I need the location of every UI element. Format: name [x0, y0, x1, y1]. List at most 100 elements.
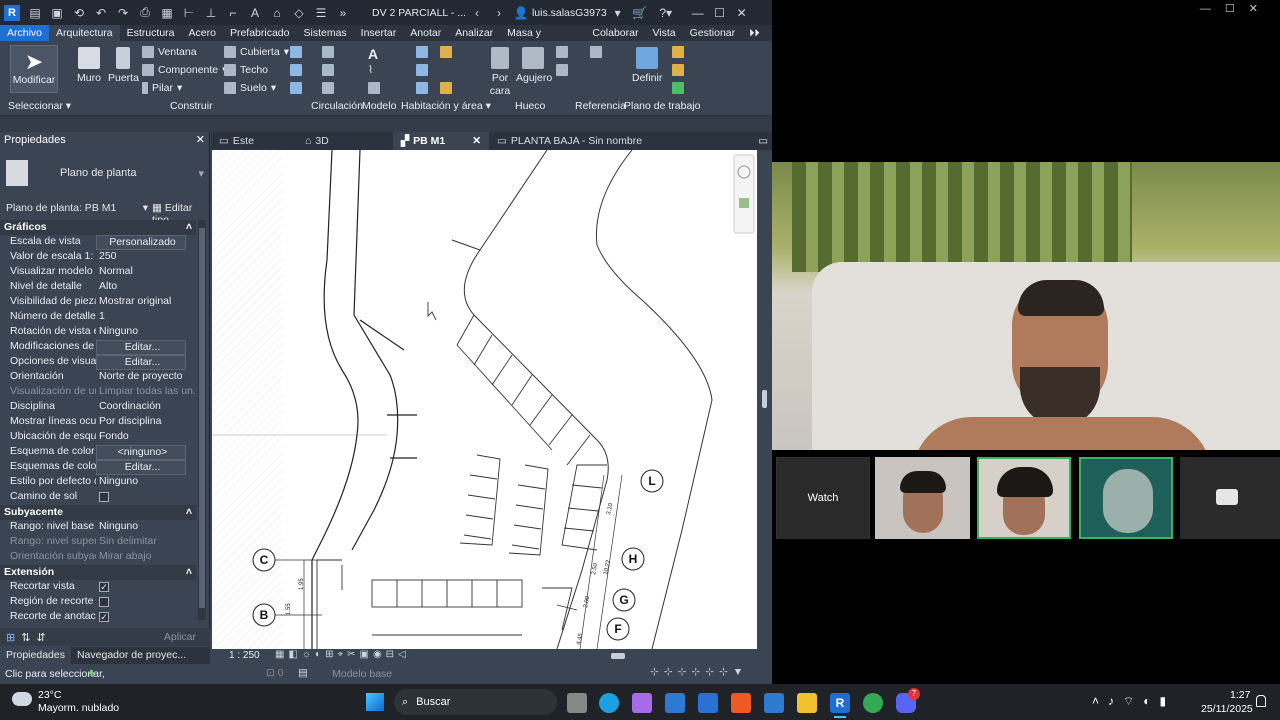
modify-button[interactable]: ➤ Modificar	[10, 45, 58, 93]
property-value[interactable]: Fondo	[96, 430, 196, 445]
property-checkbox[interactable]: ✓	[99, 582, 109, 592]
main-video-feed[interactable]	[772, 162, 1280, 450]
property-value[interactable]: Editar...	[96, 460, 186, 475]
instance-selector[interactable]: Plano de planta: PB M1 ▾	[6, 202, 148, 217]
property-row[interactable]: Opciones de visualiz...Editar...	[0, 355, 196, 370]
minimize-icon[interactable]: —	[1200, 3, 1225, 15]
property-value[interactable]: Alto	[96, 280, 196, 295]
viewer-button[interactable]	[672, 82, 684, 94]
view-tab-este[interactable]: ▭ Este	[211, 132, 297, 150]
group-select[interactable]: Seleccionar ▾	[8, 100, 71, 112]
railing-button[interactable]	[290, 82, 302, 94]
view-tab-3d[interactable]: ⌂ 3D	[297, 132, 393, 150]
model-text-button[interactable]: A	[368, 46, 378, 62]
section-extents[interactable]: Extensión ˄	[0, 565, 196, 580]
property-row[interactable]: Recortar vista ✓	[0, 580, 196, 595]
sort-icon[interactable]: ⇅	[21, 631, 30, 644]
property-row[interactable]: Esquema de color <ninguno>	[0, 445, 196, 460]
scroll-thumb[interactable]	[762, 390, 767, 408]
vertical-opening-button[interactable]	[556, 64, 568, 76]
view-controls-icons[interactable]: ▦◧☼◐⊞⌖✂▣◉⊟◁	[275, 649, 410, 660]
property-row[interactable]: Rango: nivel base Ninguno	[0, 520, 196, 535]
property-row[interactable]: Recorte de anotación✓	[0, 610, 196, 625]
chevron-right-icon[interactable]: ›	[490, 4, 508, 22]
switch-windows-icon[interactable]: ☰	[312, 4, 330, 22]
camera-tile[interactable]	[1180, 457, 1280, 539]
close-icon[interactable]: ✕	[733, 4, 751, 22]
tab-acero[interactable]: Acero	[182, 25, 223, 41]
tab-gestionar[interactable]: Gestionar	[683, 25, 743, 41]
group-room-area[interactable]: Habitación y área ▾	[401, 100, 491, 112]
grid-bubble-g[interactable]: G	[612, 588, 636, 612]
tray-icons[interactable]: ˄♪⌔◐▮	[1092, 694, 1175, 709]
ceiling-button[interactable]: Techo	[224, 64, 268, 76]
tab-properties[interactable]: Propiedades	[0, 647, 71, 664]
cart-icon[interactable]: 🛒	[631, 4, 649, 22]
chrome-icon[interactable]	[863, 693, 883, 713]
property-row[interactable]: Camino de sol	[0, 490, 196, 505]
tab-arquitectura[interactable]: Arquitectura	[49, 25, 120, 41]
property-row[interactable]: Orientación subyace...Mirar abajo	[0, 550, 196, 565]
search-box[interactable]: ⌕ Buscar	[394, 689, 557, 715]
ramp-button[interactable]	[322, 64, 334, 76]
property-value[interactable]: Normal	[96, 265, 196, 280]
close-icon[interactable]: ✕	[196, 132, 205, 148]
property-value[interactable]: ✓	[96, 580, 196, 595]
mullion-button[interactable]	[290, 64, 302, 76]
zoom-icon[interactable]	[739, 198, 749, 208]
print-icon[interactable]: ⎙	[136, 4, 154, 22]
props-scrollbar[interactable]	[198, 220, 206, 620]
tab-sistemas[interactable]: Sistemas	[296, 25, 353, 41]
watch-tile[interactable]: Watch	[776, 457, 870, 539]
close-icon[interactable]: ✕	[472, 132, 481, 150]
save-icon[interactable]: ▣	[48, 4, 66, 22]
window-button[interactable]: Ventana	[142, 46, 197, 58]
property-value[interactable]	[96, 595, 196, 610]
redo-icon[interactable]: ↷	[114, 4, 132, 22]
model-line-button[interactable]: ⌇	[368, 64, 373, 76]
property-value[interactable]: Ninguno	[96, 325, 196, 340]
text-icon[interactable]: A	[246, 4, 264, 22]
property-row[interactable]: Nivel de detalle Alto	[0, 280, 196, 295]
camera-icon[interactable]	[1216, 489, 1238, 505]
vertical-scrollbar[interactable]	[757, 150, 772, 649]
property-row[interactable]: Orientación Norte de proyecto	[0, 370, 196, 385]
property-value[interactable]: Mirar abajo	[96, 550, 196, 565]
more-icon[interactable]: »	[334, 4, 352, 22]
tab-prefabricado[interactable]: Prefabricado	[223, 25, 297, 41]
property-value[interactable]: <ninguno>	[96, 445, 186, 460]
component-button[interactable]: Componente▾	[142, 64, 227, 76]
app-logo[interactable]: R	[4, 4, 20, 21]
floor-button[interactable]: Suelo ▾	[224, 82, 276, 94]
apply-button[interactable]: Aplicar	[164, 631, 196, 643]
tab-insertar[interactable]: Insertar	[354, 25, 404, 41]
room-separator-button[interactable]	[416, 64, 428, 76]
minimize-icon[interactable]: —	[689, 4, 707, 22]
undo-icon[interactable]: ↶	[92, 4, 110, 22]
property-row[interactable]: Visualizar modelo Normal	[0, 265, 196, 280]
edge-icon[interactable]	[599, 693, 619, 713]
property-row[interactable]: Modificaciones de vi...Editar...	[0, 340, 196, 355]
help-icon[interactable]: ⊞	[6, 631, 15, 644]
user-name[interactable]: luis.salasG3973	[532, 7, 607, 19]
tabs-menu-icon[interactable]: ▭	[758, 132, 772, 150]
task-view-icon[interactable]	[567, 693, 587, 713]
tab-analizar[interactable]: Analizar	[448, 25, 500, 41]
close-hidden-icon[interactable]: ▦	[158, 4, 176, 22]
property-value[interactable]: Limpiar todas las un...	[96, 385, 196, 400]
property-row[interactable]: Región de recorte vi...	[0, 595, 196, 610]
property-row[interactable]: Estilo por defecto d...Ninguno	[0, 475, 196, 490]
property-checkbox[interactable]	[99, 597, 109, 607]
mail-icon[interactable]	[764, 693, 784, 713]
tab-archivo[interactable]: Archivo	[0, 25, 50, 41]
property-value[interactable]: 1	[96, 310, 196, 325]
participant-tile-3[interactable]	[1079, 457, 1173, 539]
help-icon[interactable]: ?▾	[653, 4, 679, 22]
worksharing-icon[interactable]: ♣	[88, 667, 95, 679]
property-row[interactable]: Mostrar líneas ocultasPor disciplina	[0, 415, 196, 430]
notification-icon[interactable]	[1256, 695, 1266, 707]
drawing-canvas[interactable]: 3.10 2.50 10.22 2.00 4.45 1.95 1.55 L H …	[212, 150, 757, 649]
grid-bubble-f[interactable]: F	[606, 617, 630, 641]
tab-estructura[interactable]: Estructura	[120, 25, 182, 41]
clock-date[interactable]: 25/11/2025	[1201, 703, 1253, 715]
